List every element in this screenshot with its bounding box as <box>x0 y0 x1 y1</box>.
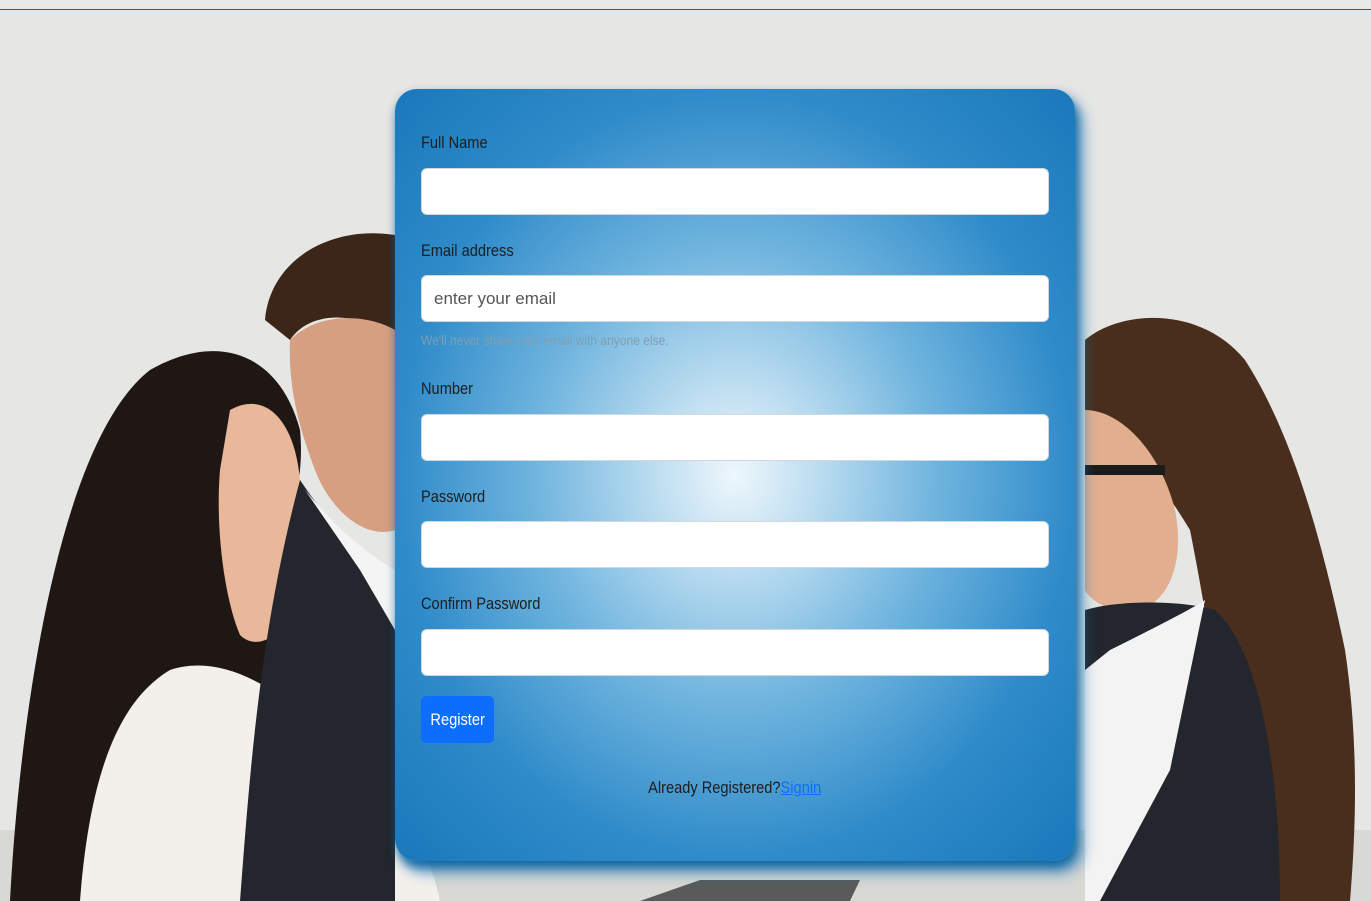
register-button-label: Register <box>430 709 485 729</box>
registration-page: Full Name Email address We'll never shar… <box>0 0 1371 901</box>
number-input[interactable] <box>421 414 1049 461</box>
confirm-password-input[interactable] <box>421 629 1049 676</box>
registration-form: Full Name Email address We'll never shar… <box>395 89 1075 861</box>
signin-prompt: Already Registered? <box>648 778 781 797</box>
full-name-label: Full Name <box>421 133 488 152</box>
signin-link[interactable]: Signin <box>781 778 822 797</box>
password-input[interactable] <box>421 521 1049 568</box>
confirm-password-label: Confirm Password <box>421 594 541 613</box>
email-help-text: We'll never share your email with anyone… <box>421 332 669 348</box>
number-label: Number <box>421 379 474 398</box>
full-name-input[interactable] <box>421 168 1049 215</box>
signin-row-inner: Already Registered?Signin <box>648 778 821 798</box>
password-label: Password <box>421 487 486 506</box>
signin-row: Already Registered?Signin <box>395 778 1075 798</box>
email-label: Email address <box>421 241 514 260</box>
register-button[interactable]: Register <box>421 696 494 743</box>
email-input[interactable] <box>421 275 1049 322</box>
